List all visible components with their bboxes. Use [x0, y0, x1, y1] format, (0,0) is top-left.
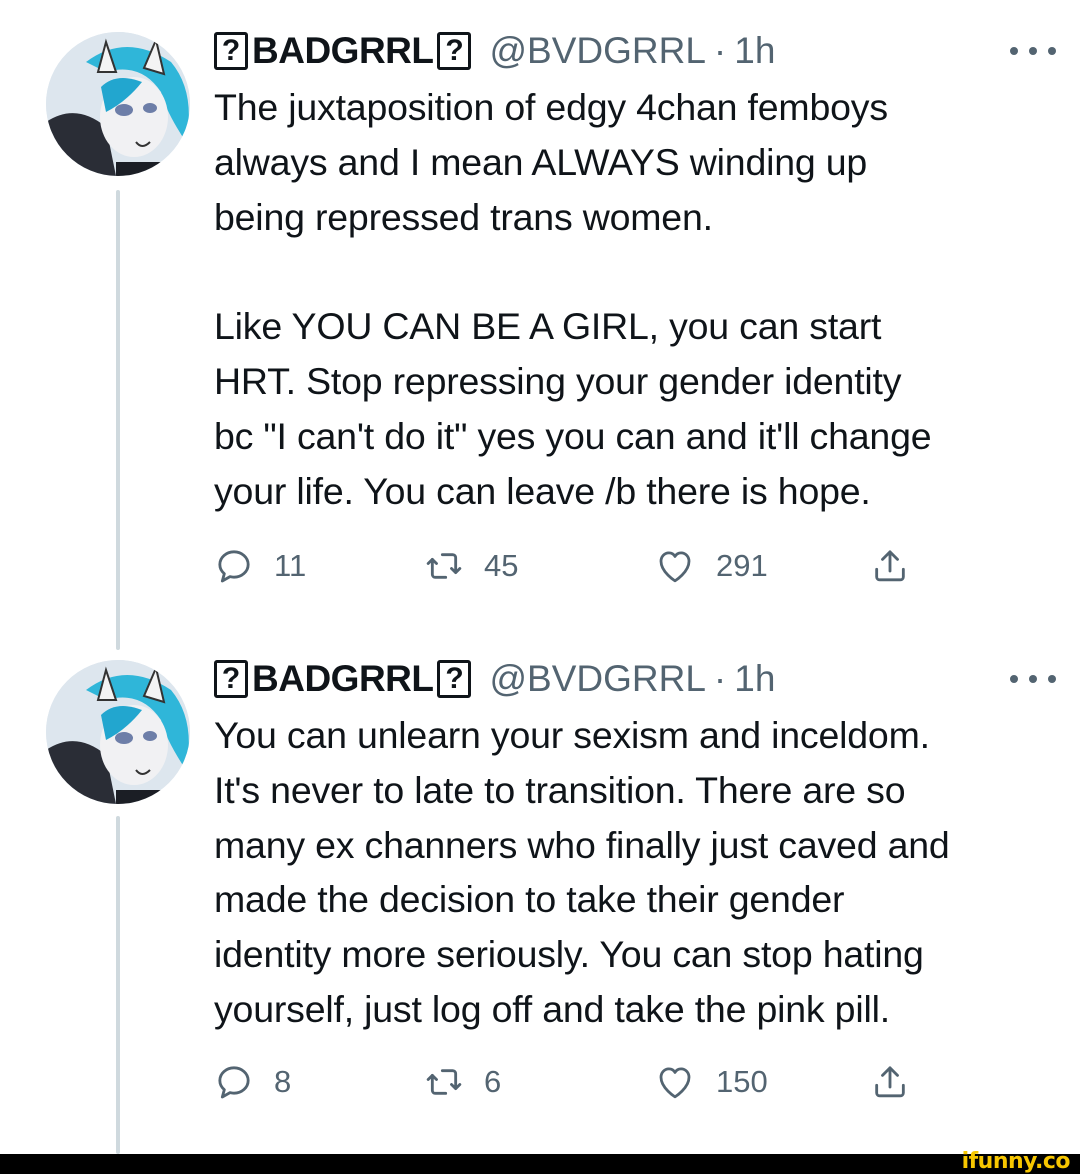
thread-connector-line [116, 190, 120, 650]
share-button[interactable] [870, 1054, 910, 1110]
ifunny-watermark: ifunny.co [961, 1149, 1071, 1174]
retweet-button[interactable]: 6 [424, 1054, 501, 1110]
reply-icon [218, 550, 250, 583]
tweet-text: The juxtaposition of edgy 4chan femboys … [214, 86, 932, 512]
tweet-timestamp[interactable]: 1h [734, 658, 775, 700]
user-handle[interactable]: @BVDGRRL [489, 658, 705, 700]
missing-glyph-icon: ? [214, 660, 248, 698]
user-avatar[interactable] [46, 32, 190, 176]
furry-character-avatar-icon [46, 32, 190, 176]
missing-glyph-icon: ? [437, 32, 472, 70]
tweet-actions: 11 45 291 [214, 538, 934, 594]
heart-icon [659, 1067, 691, 1099]
like-count: 150 [716, 1064, 768, 1099]
tweet-header: ? BADGRRL ? @BVDGRRL · 1h [214, 654, 775, 704]
display-name[interactable]: BADGRRL [252, 658, 434, 700]
like-count: 291 [716, 548, 768, 583]
tweet-timestamp[interactable]: 1h [734, 30, 775, 72]
like-button[interactable]: 150 [654, 1054, 768, 1110]
display-name[interactable]: BADGRRL [252, 30, 434, 72]
reply-count: 11 [274, 548, 307, 583]
retweet-icon [426, 553, 462, 579]
missing-glyph-icon: ? [437, 660, 472, 698]
share-icon [875, 1066, 905, 1098]
more-options-icon[interactable] [1010, 673, 1056, 685]
missing-glyph-icon: ? [214, 32, 248, 70]
heart-icon [659, 551, 691, 583]
retweet-count: 45 [484, 548, 519, 583]
tweet[interactable]: ? BADGRRL ? @BVDGRRL · 1h You can unlear… [0, 640, 1080, 1154]
tweet[interactable]: ? BADGRRL ? @BVDGRRL · 1h The juxtaposit… [0, 0, 1080, 650]
share-button[interactable] [870, 538, 910, 594]
separator-dot: · [713, 658, 727, 699]
reply-button[interactable]: 11 [214, 538, 306, 594]
share-icon [875, 550, 905, 582]
furry-character-avatar-icon [46, 660, 190, 804]
retweet-icon [426, 1069, 462, 1095]
reply-button[interactable]: 8 [214, 1054, 291, 1110]
separator-dot: · [713, 30, 727, 71]
tweet-text: You can unlearn your sexism and inceldom… [214, 714, 950, 1030]
user-avatar[interactable] [46, 660, 190, 804]
like-button[interactable]: 291 [654, 538, 768, 594]
tweet-header: ? BADGRRL ? @BVDGRRL · 1h [214, 26, 775, 76]
tweet-actions: 8 6 150 [214, 1054, 934, 1110]
watermark-bar: ifunny.co [0, 1150, 1080, 1174]
more-options-icon[interactable] [1010, 45, 1056, 57]
thread-connector-line [116, 816, 120, 1154]
reply-count: 8 [274, 1064, 292, 1099]
reply-icon [218, 1066, 250, 1099]
user-handle[interactable]: @BVDGRRL [489, 30, 705, 72]
retweet-button[interactable]: 45 [424, 538, 518, 594]
retweet-count: 6 [484, 1064, 502, 1099]
